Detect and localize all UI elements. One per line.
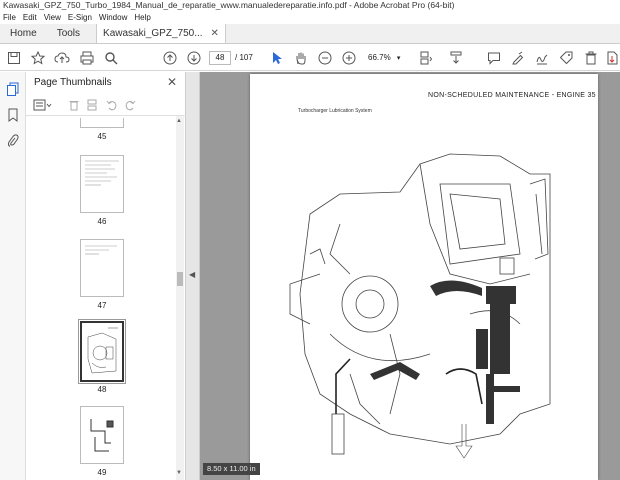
thumbnail-label: 49 [97,468,107,477]
tab-home[interactable]: Home [0,24,47,43]
comment-icon[interactable] [485,49,503,67]
bookmarks-icon[interactable] [4,106,22,124]
zoom-level-select[interactable]: 66.7% ▾ [368,51,408,65]
thumbnail-page-46[interactable] [80,155,124,213]
tab-bar: Home Tools Kawasaki_GPZ_750... ✕ [0,24,620,44]
menu-file[interactable]: File [3,12,16,24]
thumbnails-scrollbar[interactable] [176,116,184,480]
tab-tools[interactable]: Tools [47,24,90,43]
print-icon[interactable] [78,49,96,67]
zoom-level: 66.7% [368,53,391,62]
page-display-icon[interactable] [417,49,435,67]
menu-edit[interactable]: Edit [23,12,37,24]
rotate-left-icon[interactable] [104,97,120,113]
menu-help[interactable]: Help [134,12,150,24]
main-toolbar: 48 / 107 66.7% ▾ [0,45,620,71]
insert-page-icon[interactable] [84,97,100,113]
search-icon[interactable] [102,49,120,67]
upload-cloud-icon[interactable] [53,49,71,67]
tab-document-label: Kawasaki_GPZ_750... [103,27,203,39]
zoom-out-icon[interactable] [316,49,334,67]
hand-tool-icon[interactable] [292,49,310,67]
sign-icon[interactable] [533,49,551,67]
window-title: Kawasaki_GPZ_750_Turbo_1984_Manual_de_re… [0,0,620,11]
page-thumbnails-icon[interactable] [4,80,22,98]
panel-title: Page Thumbnails [34,77,112,88]
previous-page-icon[interactable] [161,49,179,67]
zoom-in-icon[interactable] [340,49,358,67]
thumbnail-label: 47 [97,301,107,310]
thumbnail-label: 48 [97,385,107,394]
thumbnail-page-48[interactable] [78,319,126,384]
tag-edit-icon[interactable] [557,49,575,67]
thumbnails-panel: Page Thumbnails ✕ 45 46 47 48 49 ▲ ▼ [26,72,186,480]
engine-diagram [289,153,551,459]
thumbnail-page-49[interactable] [80,406,124,464]
delete-icon[interactable] [582,49,600,67]
attachments-icon[interactable] [4,132,22,150]
page-size-badge: 8.50 x 11.00 in [203,463,260,475]
tab-document[interactable]: Kawasaki_GPZ_750... ✕ [96,24,226,43]
page-number-input[interactable]: 48 [209,51,231,65]
next-page-icon[interactable] [185,49,203,67]
thumbnail-label: 46 [97,217,107,226]
collapse-panel-icon[interactable]: ◀ [189,270,195,279]
highlight-pen-icon[interactable] [509,49,527,67]
save-icon[interactable] [5,49,23,67]
rotate-right-icon[interactable] [122,97,138,113]
bookmark-star-icon[interactable] [29,49,47,67]
scroll-mode-icon[interactable] [447,49,465,67]
select-cursor-icon[interactable] [268,49,286,67]
page-extract-icon[interactable] [603,49,620,67]
thumbnail-label: 45 [97,132,107,141]
scroll-up-arrow[interactable]: ▲ [176,118,182,124]
thumbnail-page-45[interactable] [80,118,124,128]
close-icon[interactable]: ✕ [211,24,219,44]
thumbnail-page-47[interactable] [80,239,124,297]
menu-esign[interactable]: E-Sign [68,12,92,24]
options-menu-icon[interactable] [32,97,54,113]
page-total: / 107 [235,53,253,62]
chevron-down-icon: ▾ [396,55,401,62]
thumbnails-scroll-thumb[interactable] [177,272,183,286]
delete-page-icon[interactable] [66,97,82,113]
scroll-down-arrow[interactable]: ▼ [176,470,182,476]
pdf-page: NON-SCHEDULED MAINTENANCE - ENGINE 35 Tu… [250,74,598,480]
panel-toolbar [26,94,186,116]
menu-bar: File Edit View E-Sign Window Help [0,12,620,24]
close-panel-icon[interactable]: ✕ [167,75,177,89]
left-icon-rail [0,72,26,480]
menu-view[interactable]: View [44,12,61,24]
menu-window[interactable]: Window [99,12,127,24]
